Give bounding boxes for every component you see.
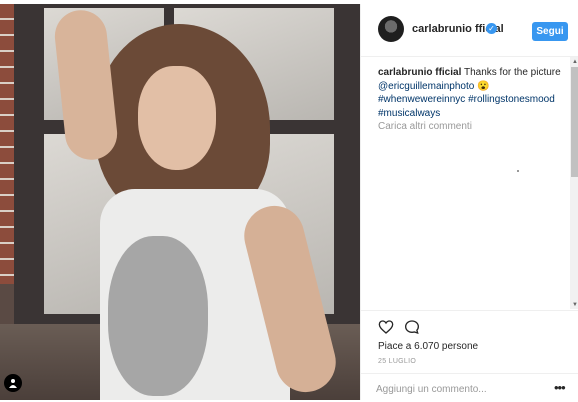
post-header: carlabrunio fficial ✓ Segui [361,4,578,57]
comments-scrollbar[interactable]: ▲ ▼ [570,57,578,309]
comment-input[interactable] [376,381,526,397]
add-comment-bar: ••• [361,373,578,402]
likes-count[interactable]: Piace a 6.070 persone [378,341,478,352]
shirt-print [108,236,208,396]
caption-emoji: 😮 [477,80,490,92]
heart-icon[interactable] [378,319,394,335]
caption-text: Thanks for the picture [463,67,561,78]
caption: carlabrunio fficial Thanks for the pictu… [378,66,562,120]
load-more-comments-link[interactable]: Carica altri commenti [378,121,472,132]
post-sidebar: carlabrunio fficial ✓ Segui carlabrunio … [360,4,578,400]
hashtag-link[interactable]: #rollingstonesmood [468,94,555,105]
post-modal: carlabrunio fficial ✓ Segui carlabrunio … [0,4,578,400]
hashtag-link[interactable]: #musicalways [378,108,440,119]
caption-author[interactable]: carlabrunio fficial [378,67,461,78]
decorative-dot [517,170,519,172]
user-tag-icon[interactable] [4,374,22,392]
scroll-down-arrow-icon[interactable]: ▼ [572,302,578,308]
caption-mention[interactable]: @ericguillemainphoto [378,81,474,92]
scrollbar-thumb[interactable] [571,67,578,177]
verified-badge-icon: ✓ [486,23,497,34]
post-date[interactable]: 25 LUGLIO [378,358,416,365]
post-photo[interactable] [0,4,360,400]
hashtag-link[interactable]: #whenwewereinnyc [378,94,465,105]
avatar[interactable] [378,16,404,42]
follow-button[interactable]: Segui [532,22,568,41]
post-actions: Piace a 6.070 persone 25 LUGLIO ••• [361,310,578,401]
scroll-up-arrow-icon[interactable]: ▲ [572,59,578,65]
comment-icon[interactable] [404,319,420,335]
person-face [138,66,216,170]
more-options-icon[interactable]: ••• [554,380,566,395]
